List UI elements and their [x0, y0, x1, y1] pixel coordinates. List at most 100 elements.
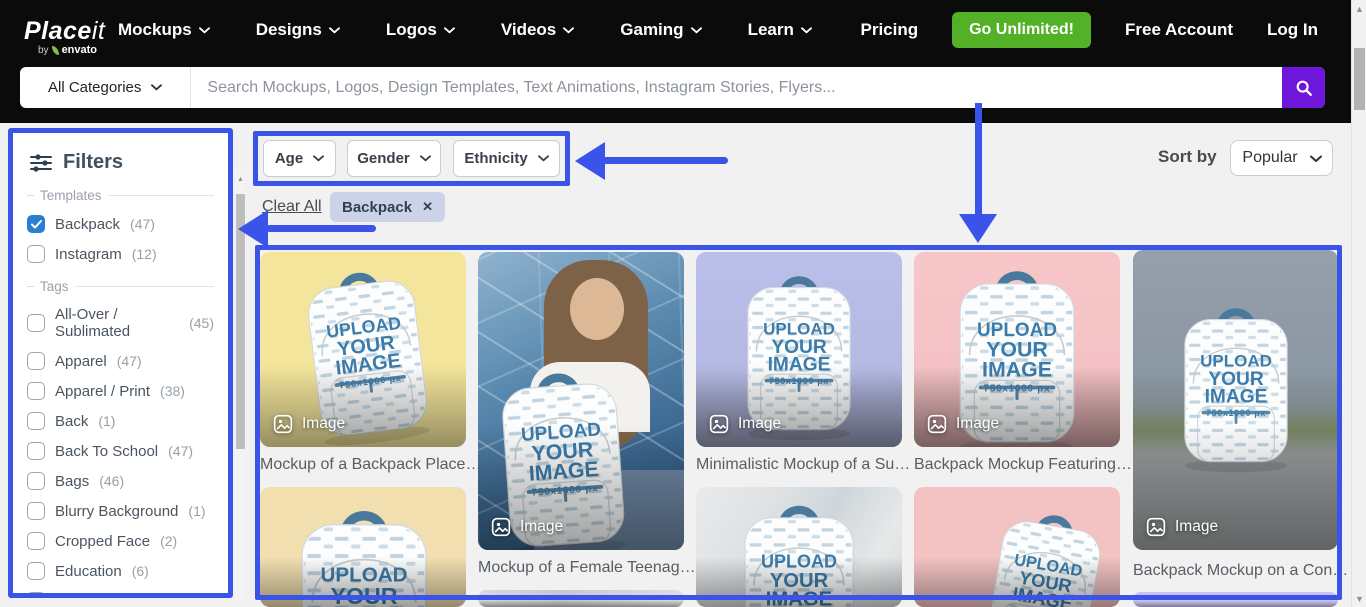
model-shoulder [530, 362, 650, 432]
placeit-logo[interactable]: Placeit byenvato [24, 17, 105, 56]
mockup-card-image[interactable] [696, 487, 902, 607]
mockup-card-image[interactable]: Image [478, 252, 684, 550]
badge-label: Image [302, 415, 345, 433]
menu-mockups[interactable]: Mockups [118, 20, 210, 40]
page-scrollbar[interactable]: ▲ ▼ [1351, 0, 1366, 607]
image-type-badge: Image [927, 414, 999, 434]
menu-designs[interactable]: Designs [256, 20, 340, 40]
mockup-card-image[interactable]: Image [1133, 250, 1338, 550]
filter-item-blurry-background[interactable]: Blurry Background (1) [27, 496, 214, 526]
ethnicity-dropdown[interactable]: Ethnicity [453, 140, 560, 177]
mockup-card-image[interactable] [1133, 592, 1338, 607]
mockup-card-image[interactable] [260, 487, 466, 607]
scroll-down-icon[interactable]: ▼ [1352, 591, 1366, 606]
filter-count: (1) [98, 413, 115, 429]
top-navigation-bar: Placeit byenvato Mockups Designs Logos V… [0, 0, 1366, 123]
search-button[interactable] [1282, 67, 1325, 108]
filter-label: Education [55, 563, 122, 580]
menu-logos[interactable]: Logos [386, 20, 455, 40]
checkbox-unchecked[interactable] [27, 314, 45, 332]
free-account-link[interactable]: Free Account [1125, 20, 1233, 40]
logo-byline: by [38, 45, 49, 56]
filter-item-apparel[interactable]: Apparel(47) [27, 346, 214, 376]
card-title[interactable]: Mockup of a Female Teenag… [478, 559, 696, 577]
mockup-card-image[interactable]: Image [696, 252, 902, 447]
scroll-up-icon[interactable]: ▲ [1352, 1, 1366, 16]
filter-item-instagram[interactable]: Instagram (12) [27, 239, 214, 269]
checkbox-unchecked[interactable] [27, 382, 45, 400]
mockup-card-image[interactable]: Image [260, 252, 466, 447]
menu-label: Mockups [118, 20, 192, 40]
envato-leaf-icon [52, 46, 59, 55]
checkbox-unchecked[interactable] [27, 442, 45, 460]
checkbox-unchecked[interactable] [27, 412, 45, 430]
annotation-box-filters-sidebar: Filters Templates Backpack (47) Instagra… [8, 128, 233, 598]
category-value: All Categories [48, 79, 141, 96]
checkbox-unchecked[interactable] [27, 562, 45, 580]
search-input[interactable] [191, 67, 1282, 108]
filter-label: Apparel / Print [55, 383, 150, 400]
filter-item-education[interactable]: Education(6) [27, 556, 214, 586]
sort-dropdown[interactable]: Popular [1230, 140, 1333, 176]
menu-label: Videos [501, 20, 556, 40]
filter-label: Blurry Background [55, 503, 178, 520]
geodesic-background [478, 252, 684, 550]
menu-gaming[interactable]: Gaming [620, 20, 701, 40]
filter-item-fitness[interactable]: Fitness(1) [27, 586, 214, 598]
mockup-card-image[interactable]: Image [914, 252, 1120, 447]
checkbox-unchecked[interactable] [27, 592, 45, 598]
checkbox-checked[interactable] [27, 215, 45, 233]
filter-item-apparel-print[interactable]: Apparel / Print (38) [27, 376, 214, 406]
filter-count: (46) [99, 473, 124, 489]
card-title[interactable]: Backpack Mockup on a Con… [1133, 562, 1348, 580]
backpack-filter-chip[interactable]: Backpack ✕ [330, 192, 445, 222]
age-dropdown[interactable]: Age [263, 140, 336, 177]
checkbox-unchecked[interactable] [27, 352, 45, 370]
clear-all-link[interactable]: Clear All [262, 198, 322, 216]
checkbox-unchecked[interactable] [27, 472, 45, 490]
gender-dropdown[interactable]: Gender [347, 140, 441, 177]
check-icon [31, 220, 42, 229]
category-select[interactable]: All Categories [20, 67, 190, 108]
filter-count: (45) [189, 315, 214, 331]
filter-count: (1) [113, 593, 130, 598]
filter-item-back-to-school[interactable]: Back To School(47) [27, 436, 214, 466]
filter-label: All-Over / Sublimated [55, 306, 179, 340]
menu-learn[interactable]: Learn [748, 20, 812, 40]
filter-item-bags[interactable]: Bags(46) [27, 466, 214, 496]
mockup-card-image[interactable] [478, 590, 684, 607]
checkbox-unchecked[interactable] [27, 502, 45, 520]
card-title[interactable]: Backpack Mockup Featuring… [914, 456, 1132, 474]
go-unlimited-button[interactable]: Go Unlimited! [952, 12, 1091, 48]
card-title[interactable]: Mockup of a Backpack Place… [260, 456, 481, 474]
image-icon [709, 414, 729, 434]
badge-label: Image [1175, 518, 1218, 536]
checkbox-unchecked[interactable] [27, 245, 45, 263]
filter-label: Back To School [55, 443, 158, 460]
page-scrollbar-thumb[interactable] [1354, 48, 1365, 110]
backpack-mockup-graphic [962, 494, 1120, 607]
filter-item-backpack[interactable]: Backpack (47) [27, 209, 214, 239]
filter-count: (1) [188, 503, 205, 519]
checkbox-unchecked[interactable] [27, 532, 45, 550]
menu-videos[interactable]: Videos [501, 20, 574, 40]
log-in-link[interactable]: Log In [1267, 20, 1318, 40]
scroll-up-icon[interactable]: ▲ [235, 174, 246, 185]
chip-remove-icon[interactable]: ✕ [422, 199, 433, 215]
sort-by-label: Sort by [1158, 147, 1217, 167]
mockup-card-image[interactable] [914, 487, 1120, 607]
pricing-link[interactable]: Pricing [860, 20, 918, 40]
annotation-arrow-shaft [266, 225, 376, 232]
filter-item-cropped-face[interactable]: Cropped Face(2) [27, 526, 214, 556]
filter-label: Apparel [55, 353, 107, 370]
envato-label: envato [62, 44, 97, 56]
filter-item-back[interactable]: Back(1) [27, 406, 214, 436]
image-type-badge: Image [709, 414, 781, 434]
filter-item-all-over-sublimated[interactable]: All-Over / Sublimated (45) [27, 300, 214, 346]
chevron-down-icon [151, 84, 162, 91]
card-title[interactable]: Minimalistic Mockup of a Su… [696, 456, 910, 474]
chevron-down-icon [801, 27, 812, 34]
filter-count: (38) [160, 383, 185, 399]
sort-value: Popular [1242, 149, 1297, 167]
chevron-down-icon [313, 155, 324, 162]
